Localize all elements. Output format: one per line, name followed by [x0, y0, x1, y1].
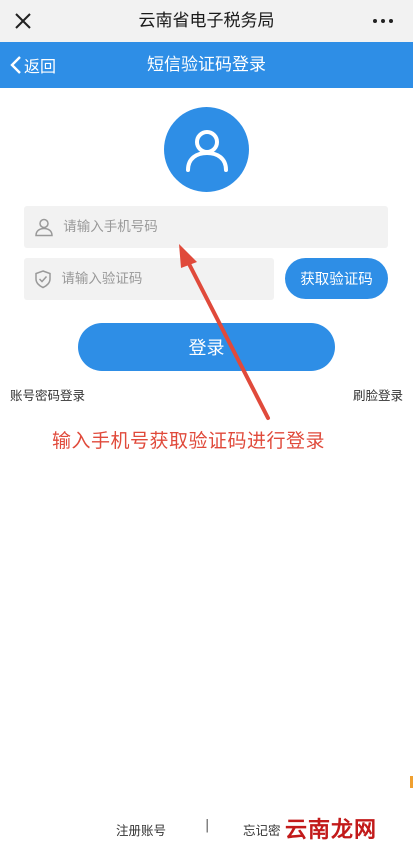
shield-icon — [24, 258, 61, 300]
phone-input[interactable] — [63, 206, 388, 248]
page-title: 短信验证码登录 — [147, 55, 266, 75]
more-icon[interactable] — [363, 6, 403, 36]
verify-code-input[interactable] — [61, 258, 274, 300]
login-button[interactable]: 登录 — [78, 323, 335, 371]
register-link[interactable]: 注册账号 — [116, 820, 166, 839]
back-chevron-icon — [10, 56, 21, 74]
close-icon[interactable] — [8, 6, 38, 36]
get-code-button[interactable]: 获取验证码 — [285, 258, 388, 299]
footer-separator: | — [205, 818, 210, 833]
face-login-link[interactable]: 刷脸登录 — [353, 385, 403, 404]
phone-field[interactable] — [24, 206, 388, 248]
user-avatar-icon — [164, 107, 249, 192]
back-button[interactable]: 返回 — [10, 42, 56, 88]
person-icon — [24, 206, 63, 248]
wechat-page-title: 云南省电子税务局 — [138, 11, 275, 31]
wechat-title-bar: 云南省电子税务局 — [0, 0, 413, 42]
watermark-logo: 云南龙网 — [284, 818, 377, 843]
verify-code-field[interactable] — [24, 258, 274, 300]
annotation-text: 输入手机号获取验证码进行登录 — [52, 430, 326, 452]
password-login-link[interactable]: 账号密码登录 — [10, 385, 85, 404]
back-label: 返回 — [24, 57, 57, 76]
forgot-password-link[interactable]: 忘记密 — [243, 820, 281, 839]
nav-bar: 返回 短信验证码登录 — [0, 42, 413, 88]
